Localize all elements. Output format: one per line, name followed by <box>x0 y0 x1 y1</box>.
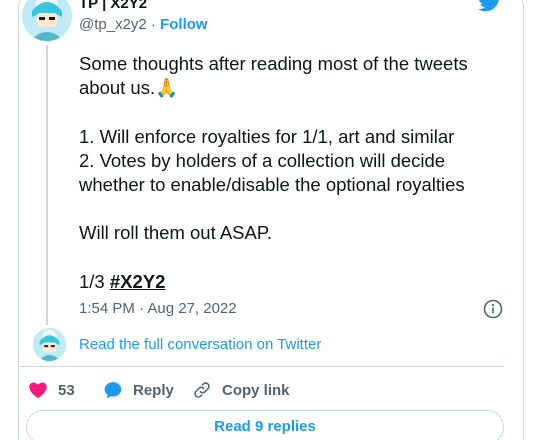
author-name[interactable]: TP | X2Y2 <box>79 0 147 12</box>
copy-link-label: Copy link <box>222 381 290 399</box>
tweet-timestamp[interactable]: 1:54 PM · Aug 27, 2022 <box>79 300 237 317</box>
tweet-paragraph: Some thoughts after reading most of the … <box>79 53 468 99</box>
hashtag-link[interactable]: #X2Y2 <box>110 271 166 292</box>
twitter-bird-icon[interactable] <box>478 0 502 12</box>
handle-separator: · <box>146 16 161 33</box>
tweet-paragraph: 1. Will enforce royalties for 1/1, art a… <box>79 125 455 147</box>
heart-icon <box>29 382 47 398</box>
like-button[interactable]: 53 <box>28 380 75 400</box>
reply-button[interactable]: Reply <box>103 380 174 400</box>
read-replies-button[interactable]: Read 9 replies <box>26 410 504 440</box>
reply-label: Reply <box>133 381 174 399</box>
author-handle-row: @tp_x2y2 · Follow <box>79 16 208 33</box>
speech-bubble-icon <box>104 382 122 399</box>
author-handle[interactable]: @tp_x2y2 <box>79 16 147 33</box>
link-icon <box>194 382 210 398</box>
conversation-avatar[interactable] <box>33 328 66 361</box>
thread-connector <box>46 45 48 325</box>
copy-link-button[interactable]: Copy link <box>192 380 290 400</box>
like-count: 53 <box>58 381 75 399</box>
tweet-thread-count: 1/3 #X2Y2 <box>79 270 509 294</box>
thread-count-prefix: 1/3 <box>79 270 110 292</box>
actions-divider <box>18 366 504 367</box>
info-icon[interactable] <box>482 298 504 320</box>
tweet-paragraph: Will roll them out ASAP. <box>79 222 272 244</box>
follow-button[interactable]: Follow <box>160 16 208 33</box>
tweet-text: Some thoughts after reading most of the … <box>79 52 509 294</box>
read-conversation-link[interactable]: Read the full conversation on Twitter <box>79 336 321 353</box>
tweet-paragraph: 2. Votes by holders of a collection will… <box>79 149 465 195</box>
